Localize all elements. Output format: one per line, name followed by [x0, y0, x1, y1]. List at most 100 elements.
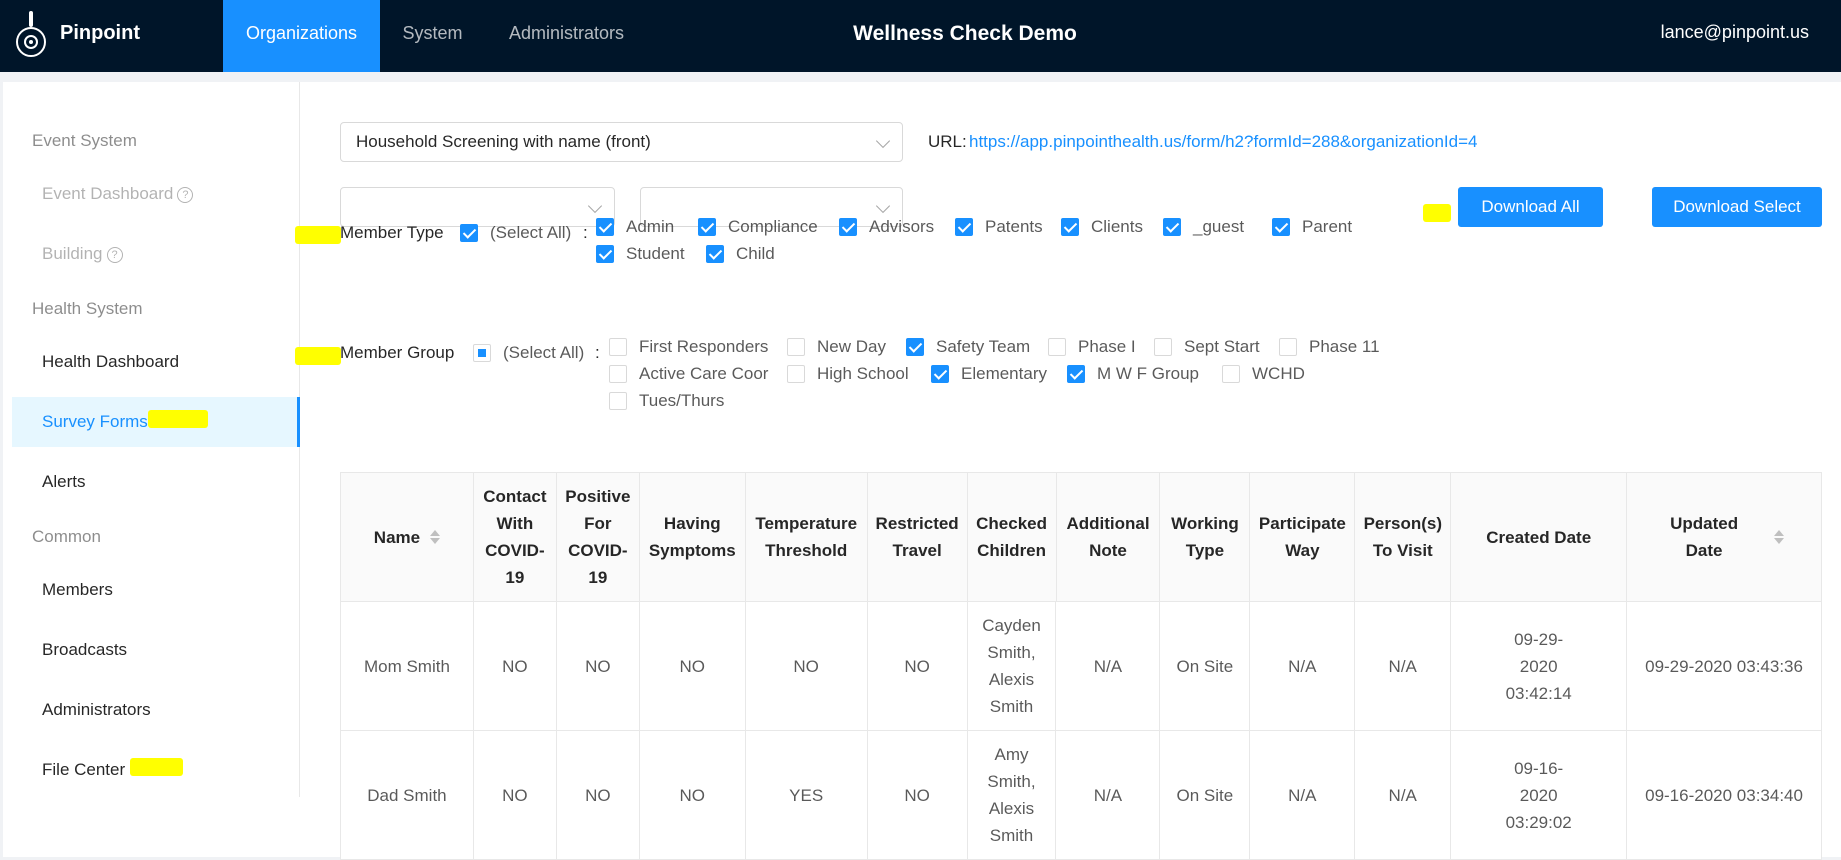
member-group-active-care-coor[interactable]: Active Care Coor	[609, 364, 768, 384]
table-cell: N/A	[1056, 731, 1161, 859]
separator: :	[595, 343, 600, 362]
column-header-created-date: Created Date	[1451, 473, 1628, 601]
member-group-elementary[interactable]: Elementary	[931, 364, 1047, 384]
member-type-select-all[interactable]: (Select All)	[460, 223, 571, 243]
highlight-mark	[130, 758, 183, 776]
checkbox-label: (Select All)	[503, 343, 585, 362]
member-group-label: Member Group	[340, 343, 455, 362]
pinpoint-logo-icon	[16, 11, 46, 57]
table-cell: On Site	[1160, 731, 1251, 859]
sidebar-item-broadcasts[interactable]: Broadcasts	[12, 625, 300, 675]
column-header-restricted-travel: Restricted Travel	[868, 473, 968, 601]
column-header-checked-children: Checked Children	[968, 473, 1057, 601]
checkbox-checked-icon	[706, 245, 724, 263]
download-select-button[interactable]: Download Select	[1652, 187, 1822, 227]
checkbox-label: WCHD	[1252, 364, 1305, 383]
checkbox-label: Admin	[626, 217, 675, 236]
member-group-tues-thurs[interactable]: Tues/Thurs	[609, 391, 724, 411]
checkbox-label: Safety Team	[936, 337, 1031, 356]
form-select[interactable]: Household Screening with name (front)	[340, 122, 903, 162]
table-cell: N/A	[1250, 731, 1356, 859]
checkbox-label: Compliance	[728, 217, 818, 236]
checkbox-label: Patents	[985, 217, 1043, 236]
filter-select-1[interactable]	[340, 187, 615, 227]
checkbox-label: Advisors	[869, 217, 935, 236]
sidebar-item-members[interactable]: Members	[12, 565, 300, 615]
table-cell: NO	[640, 731, 746, 859]
checkbox-unchecked-icon	[609, 392, 627, 410]
checkbox-indeterminate-icon	[473, 344, 491, 362]
form-url-link[interactable]: https://app.pinpointhealth.us/form/h2?fo…	[969, 132, 1477, 152]
sidebar-item-health-dashboard[interactable]: Health Dashboard	[12, 337, 300, 387]
checkbox-label: Phase 11	[1309, 337, 1380, 356]
member-group-new-day[interactable]: New Day	[787, 337, 886, 357]
checkbox-label: (Select All)	[490, 223, 572, 242]
sidebar-item-label: Building	[42, 244, 103, 263]
table-cell: On Site	[1160, 602, 1251, 730]
table-cell: 09-16-2020 03:34:40	[1627, 731, 1822, 859]
sidebar-item-building[interactable]: Building?	[12, 229, 300, 279]
checkbox-checked-icon	[1061, 218, 1079, 236]
sidebar-item-label: Event Dashboard	[42, 184, 174, 203]
table-cell: N/A	[1355, 731, 1452, 859]
sidebar-group-event-system: Event System	[32, 131, 137, 150]
table-row: Dad Smith NO NO NO YES NO Amy Smith, Ale…	[341, 731, 1822, 860]
column-header-persons-to-visit: Person(s) To Visit	[1355, 473, 1452, 601]
member-type-clients[interactable]: Clients	[1061, 217, 1143, 237]
member-type-admin[interactable]: Admin	[596, 217, 674, 237]
checkbox-checked-icon	[596, 218, 614, 236]
column-header-updated-date[interactable]: Updated Date	[1627, 473, 1823, 601]
member-type-patents[interactable]: Patents	[955, 217, 1043, 237]
sort-icon[interactable]	[430, 530, 441, 544]
checkbox-unchecked-icon	[1154, 338, 1172, 356]
member-group-safety-team[interactable]: Safety Team	[906, 337, 1030, 357]
nav-system[interactable]: System	[380, 0, 485, 72]
table-cell: NO	[868, 731, 968, 859]
member-group-select-all[interactable]: (Select All)	[473, 343, 584, 363]
member-type-parent[interactable]: Parent	[1272, 217, 1352, 237]
chevron-down-icon	[875, 198, 891, 214]
checkbox-checked-icon	[1067, 365, 1085, 383]
column-header-working-type: Working Type	[1160, 473, 1251, 601]
checkbox-checked-icon	[955, 218, 973, 236]
top-navigation-bar: Pinpoint Organizations System Administra…	[0, 0, 1841, 72]
sidebar-group-common: Common	[32, 527, 101, 546]
highlight-mark	[148, 410, 208, 428]
nav-organizations[interactable]: Organizations	[223, 0, 380, 72]
table-header-row: Name Contact With COVID-19 Positive For …	[341, 473, 1823, 602]
nav-administrators[interactable]: Administrators	[490, 0, 643, 72]
table-row: Mom Smith NO NO NO NO NO Cayden Smith, A…	[341, 602, 1822, 731]
column-header-name[interactable]: Name	[341, 473, 474, 601]
member-type-child[interactable]: Child	[706, 244, 775, 264]
sidebar-item-event-dashboard[interactable]: Event Dashboard?	[12, 169, 300, 219]
member-type-compliance[interactable]: Compliance	[698, 217, 818, 237]
member-group-first-responders[interactable]: First Responders	[609, 337, 768, 357]
table-cell: 09-29-2020 03:43:36	[1627, 602, 1822, 730]
member-group-wchd[interactable]: WCHD	[1222, 364, 1305, 384]
member-group-sept-start[interactable]: Sept Start	[1154, 337, 1260, 357]
column-header-additional-note: Additional Note	[1057, 473, 1161, 601]
checkbox-checked-icon	[931, 365, 949, 383]
member-type-student[interactable]: Student	[596, 244, 685, 264]
member-group-mwf-group[interactable]: M W F Group	[1067, 364, 1199, 384]
table-cell: 09-29-2020 03:42:14	[1451, 602, 1628, 730]
chevron-down-icon	[587, 198, 603, 214]
column-header-participate-way: Participate Way	[1250, 473, 1356, 601]
member-type-guest[interactable]: _guest	[1163, 217, 1244, 237]
sidebar-item-administrators[interactable]: Administrators	[12, 685, 300, 735]
checkbox-checked-icon	[839, 218, 857, 236]
checkbox-label: First Responders	[639, 337, 769, 356]
member-group-phase-i[interactable]: Phase I	[1048, 337, 1136, 357]
brand-name: Pinpoint	[60, 22, 140, 44]
sort-icon[interactable]	[1774, 530, 1785, 544]
download-all-button[interactable]: Download All	[1458, 187, 1603, 227]
checkbox-label: Student	[626, 244, 685, 263]
sidebar-item-alerts[interactable]: Alerts	[12, 457, 300, 507]
member-group-phase-11[interactable]: Phase 11	[1279, 337, 1380, 357]
member-type-advisors[interactable]: Advisors	[839, 217, 934, 237]
highlight-mark	[295, 226, 341, 244]
member-group-high-school[interactable]: High School	[787, 364, 909, 384]
checkbox-unchecked-icon	[1048, 338, 1066, 356]
column-header-having-symptoms: Having Symptoms	[640, 473, 746, 601]
user-account-menu[interactable]: lance@pinpoint.us	[1661, 22, 1809, 43]
